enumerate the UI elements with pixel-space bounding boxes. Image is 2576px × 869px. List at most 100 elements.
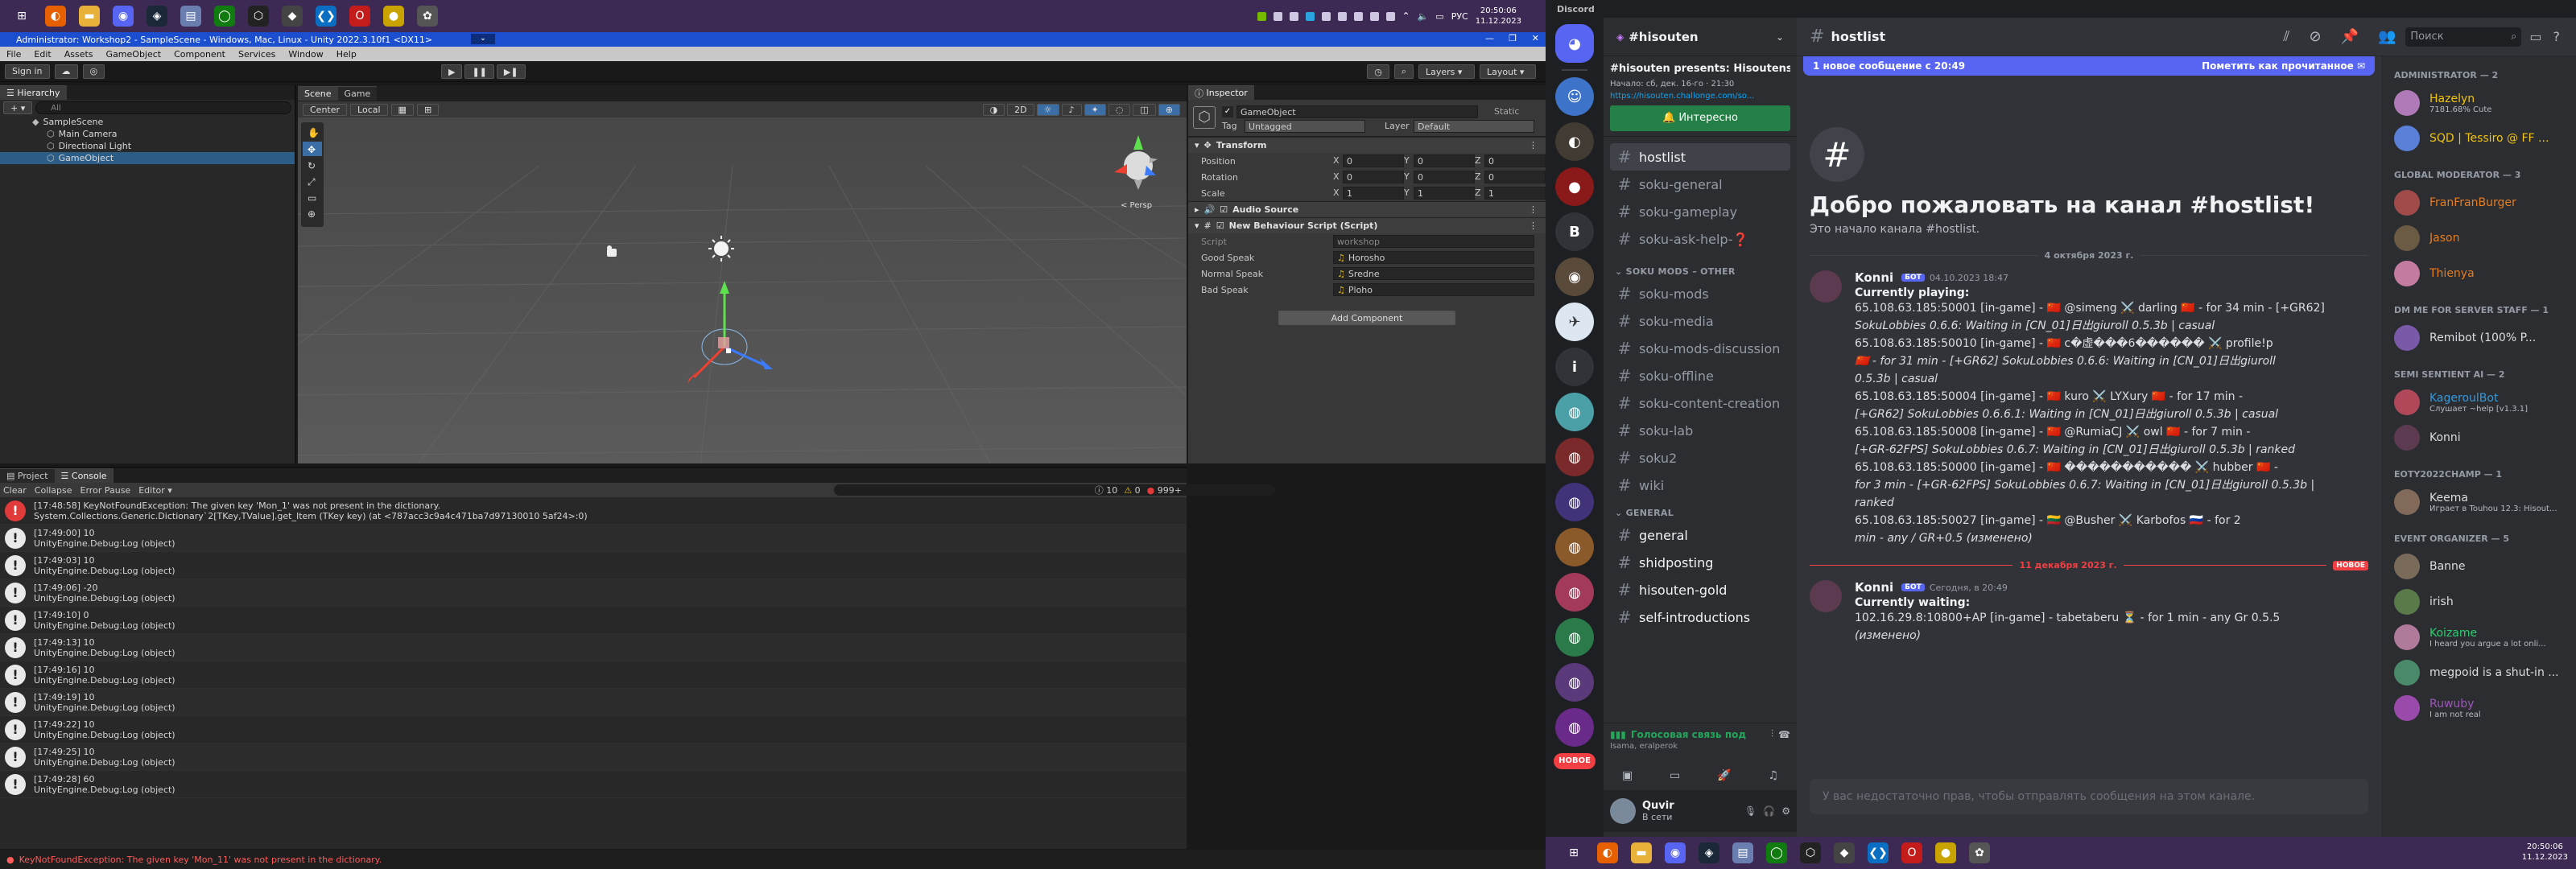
new-badge[interactable]: НОВОЕ [1554,753,1596,769]
tag-dropdown[interactable]: Untagged [1245,120,1365,133]
pin-icon[interactable]: 📌 [2341,28,2359,45]
start-icon[interactable]: ⊞ [11,6,32,27]
object-field[interactable]: ♫ Ploho [1333,283,1534,296]
server-icon[interactable]: ◍ [1555,483,1594,521]
warning-count-toggle[interactable]: ⚠ 0 [1124,485,1140,496]
component-menu-icon[interactable]: ⋮ [1529,140,1546,150]
category-soku-mods-other[interactable]: ⌄ SOKU MODS – OTHER [1604,257,1797,280]
hierarchy-item[interactable]: ◆ SampleScene [0,116,295,128]
error-count-toggle[interactable]: ● 999+ [1147,485,1182,496]
tray-app-icon[interactable] [1273,11,1282,21]
play-button[interactable]: ▶ [441,64,463,79]
menu-window[interactable]: Window [288,49,323,60]
interested-button[interactable]: 🔔 Интересно [1610,105,1790,131]
server-icon[interactable]: ◍ [1555,573,1594,612]
effects-toggle[interactable]: ✦ [1084,103,1106,116]
component-enabled-checkbox[interactable]: ☑ [1220,204,1228,215]
error-pause-toggle[interactable]: Error Pause [80,485,131,496]
object-field[interactable]: ♫ Horosho [1333,251,1534,264]
osu-icon[interactable]: ● [383,6,404,27]
step-button[interactable]: ▶❚ [496,64,526,79]
members-icon[interactable]: 👥 [2378,28,2396,45]
server-icon[interactable]: ◍ [1555,438,1594,476]
tray-app-icon[interactable] [1353,11,1363,21]
member-item[interactable]: Hazelyn 7181.68% Cute [2381,85,2576,121]
steam-icon[interactable]: ◈ [1699,842,1719,863]
server-icon[interactable]: ● [1555,167,1594,206]
grid-snap-button[interactable]: ▦ [390,103,414,116]
threads-icon[interactable]: ⫽ [2283,28,2289,45]
hierarchy-search-input[interactable]: All [35,101,291,114]
server-icon[interactable]: i [1555,348,1594,386]
channel-soku-general[interactable]: # soku-general [1610,171,1790,198]
files-icon[interactable]: ▤ [180,6,201,27]
layout-dropdown[interactable]: Layout ▾ [1480,64,1536,79]
event-link[interactable]: https://hisouten.challonge.com/so... [1610,92,1790,101]
steam-icon[interactable]: ◈ [147,6,167,27]
inbox-icon[interactable]: ▭ [2529,29,2541,44]
channel-hisouten-gold[interactable]: # hisouten-gold [1610,576,1790,603]
notifications-off-icon[interactable]: ⊘ [2309,28,2321,45]
unity-status-bar[interactable]: ● KeyNotFoundException: The given key 'M… [0,850,1546,869]
rotation-y-field[interactable]: 0 [1414,171,1475,183]
object-field[interactable]: ♫ Sredne [1333,267,1534,280]
space-dropdown[interactable]: Local [350,103,388,116]
persp-label[interactable]: < Persp [1121,201,1152,210]
vscode-icon[interactable]: ❮❯ [1868,842,1889,863]
member-item[interactable]: Ruwuby I am not real [2381,690,2576,726]
create-button[interactable]: + ▾ [3,101,33,114]
gizmos-dropdown[interactable]: ⊕ [1158,103,1180,116]
activity-icon[interactable]: 🚀 [1717,769,1731,782]
channel-general[interactable]: # general [1610,521,1790,549]
member-item[interactable]: KageroulBot Слушает ~help [v1.3.1] [2381,385,2576,420]
tab-console[interactable]: ☰ Console [54,468,114,483]
scale-x-field[interactable]: 1 [1343,187,1404,200]
server-icon[interactable]: ☺ [1555,77,1594,116]
clear-button[interactable]: Clear [3,485,27,496]
explorer-icon[interactable]: ▬ [1631,842,1652,863]
home-icon[interactable]: ◕ [1555,24,1594,63]
console-log-entry[interactable]: ! [17:49:19] 10 UnityEngine.Debug:Log (obj… [0,689,1187,716]
unity-hub-icon[interactable]: ⬡ [1800,842,1821,863]
opera-icon[interactable]: O [349,6,370,27]
static-toggle[interactable]: Static [1494,106,1519,117]
member-item[interactable]: Keema Играет в Touhou 12.3: Hisout... [2381,484,2576,520]
history-icon[interactable]: ◷ [1367,64,1389,79]
snap-button[interactable]: ⊞ [416,103,440,116]
mic-icon[interactable]: 🎙 [1744,805,1757,817]
discord-app-icon[interactable]: ◉ [113,6,134,27]
settings-gear-icon[interactable]: ⚙ [1781,805,1790,817]
server-icon[interactable]: ◍ [1555,708,1594,747]
chevron-up-icon[interactable]: ⌃ [1402,10,1410,22]
server-icon[interactable]: B [1555,212,1594,251]
channel-soku-ask-help-[interactable]: # soku-ask-help-❓ [1610,225,1790,253]
member-item[interactable]: irish [2381,584,2576,620]
misc-app-icon[interactable]: ✿ [1969,842,1990,863]
rotation-x-field[interactable]: 0 [1343,171,1404,183]
channel-soku-media[interactable]: # soku-media [1610,307,1790,335]
tab-game[interactable]: Game [337,86,378,101]
collapse-toggle[interactable]: Collapse [35,485,72,496]
channel-self-introductions[interactable]: # self-introductions [1610,603,1790,631]
screen-share-icon[interactable]: ▭ [1670,769,1680,782]
scale-z-field[interactable]: 1 [1484,187,1546,200]
console-log-entry[interactable]: ! [17:49:22] 10 UnityEngine.Debug:Log (obj… [0,716,1187,743]
audio-toggle[interactable]: ♪ [1061,103,1082,116]
search-icon[interactable]: ⌕ [1393,64,1414,79]
minimize-button[interactable]: — [1485,33,1494,43]
position-x-field[interactable]: 0 [1343,154,1404,167]
hierarchy-item[interactable]: ⬡ GameObject [0,152,295,164]
add-component-button[interactable]: Add Component [1278,311,1455,325]
component-enabled-checkbox[interactable]: ☑ [1216,220,1224,231]
tab-project[interactable]: ▤ Project [0,468,55,483]
channel-soku-lab[interactable]: # soku-lab [1610,417,1790,444]
console-log-entry[interactable]: ! [17:49:16] 10 UnityEngine.Debug:Log (obj… [0,661,1187,689]
server-icon[interactable]: ◐ [1555,122,1594,161]
info-count-toggle[interactable]: ⓘ 10 [1095,484,1118,496]
vscode-icon[interactable]: ❮❯ [316,6,336,27]
member-item[interactable]: SQD | Tessiro @ FF ... [2381,121,2576,156]
editor-dropdown[interactable]: Editor ▾ [138,485,172,496]
headphones-icon[interactable]: 🎧 [1763,805,1775,817]
member-item[interactable]: Koizame I heard you argue a lot onli... [2381,620,2576,655]
language-indicator[interactable]: РУС [1451,11,1468,22]
